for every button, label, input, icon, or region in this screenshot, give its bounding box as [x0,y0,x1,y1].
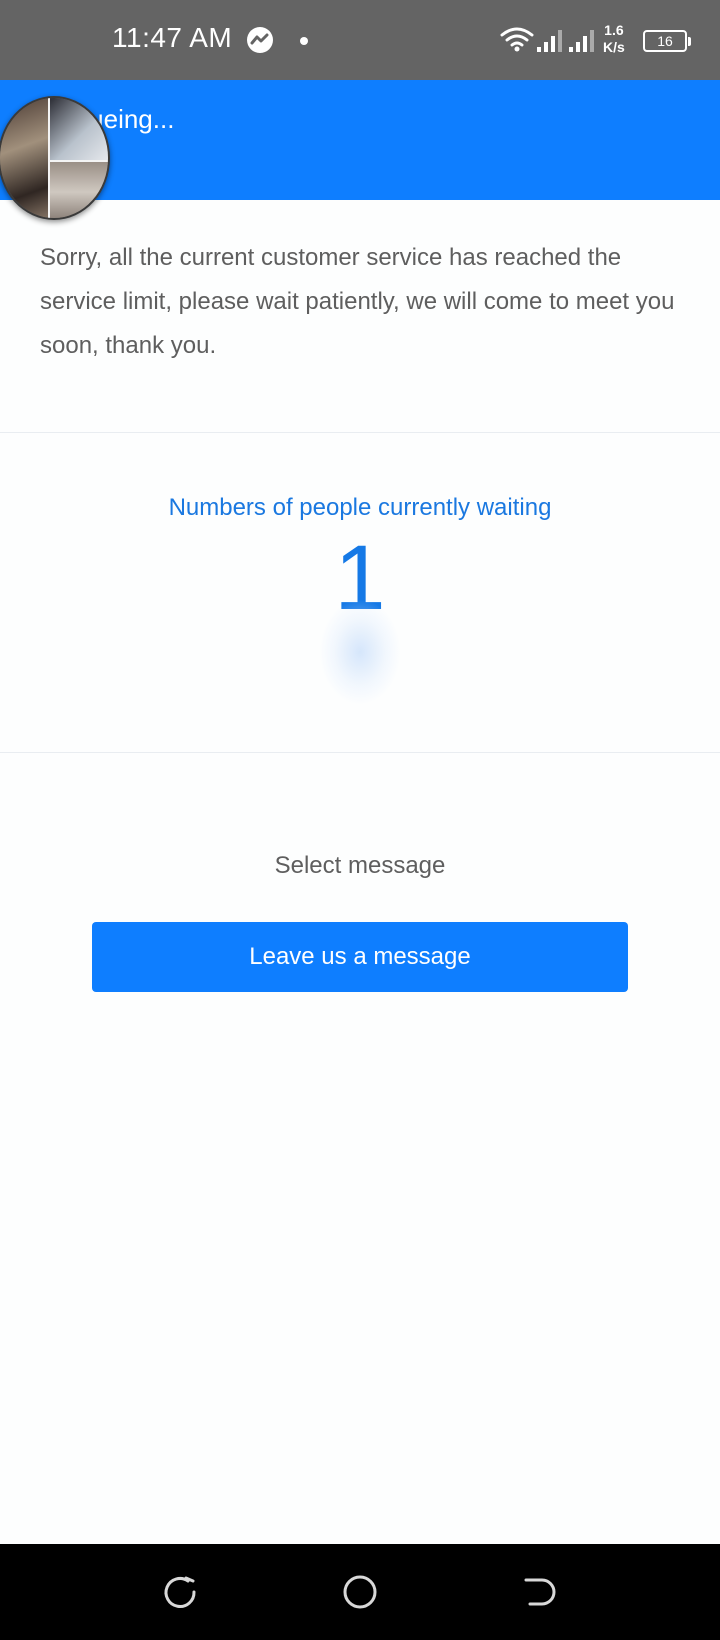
recent-apps-icon[interactable] [160,1572,200,1612]
service-limit-notice: Sorry, all the current customer service … [40,244,675,359]
notification-dot-icon [300,37,308,45]
select-message-label: Select message [274,852,446,879]
messenger-icon [247,27,273,53]
header-bar [0,80,720,200]
battery-level: 16 [657,33,673,49]
avatar-photo-top-right [50,98,108,160]
wifi-icon [500,27,534,52]
avatar-photo-left [0,98,48,218]
navigation-bar [0,1544,720,1640]
leave-message-button[interactable]: Leave us a message [92,922,628,992]
avatar-separator [50,160,108,162]
network-speed-unit: K/s [603,39,625,55]
network-speed: 1.6 K/s [603,22,625,56]
loading-glow [320,600,400,704]
battery-icon: 16 [643,30,691,52]
signal-icon [537,30,562,52]
back-icon[interactable] [520,1572,560,1612]
avatar-separator [48,98,50,218]
waiting-label: Numbers of people currently waiting [168,494,552,521]
divider [0,432,720,433]
network-speed-value: 1.6 [604,22,624,38]
status-time: 11:47 AM [112,22,233,53]
status-bar: 11:47 AM 1.6 K/s 16 [0,0,720,80]
avatar-photo-bottom-right [50,162,108,218]
signal-icon [569,30,594,52]
home-icon[interactable] [340,1572,380,1612]
avatar[interactable] [0,96,110,220]
divider [0,752,720,753]
